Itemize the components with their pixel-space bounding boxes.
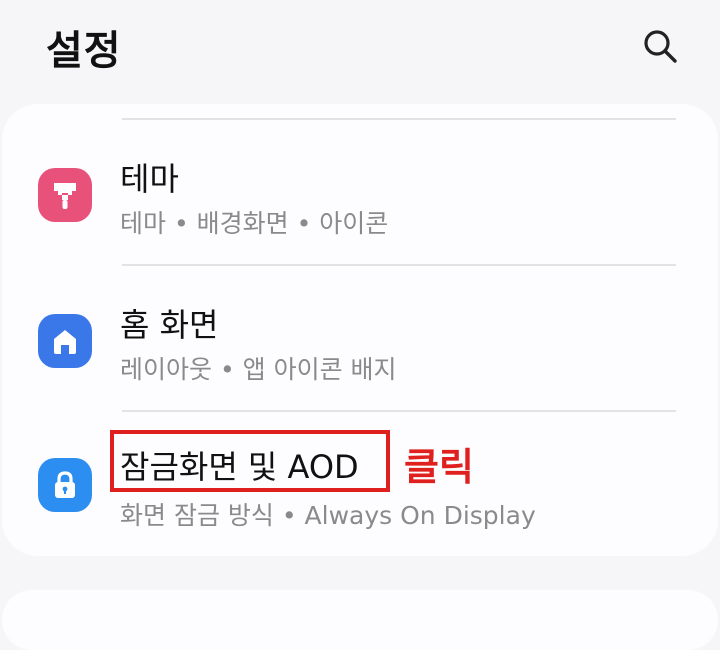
item-title: 테마 xyxy=(120,160,179,198)
item-subtitle: 레이아웃 • 앱 아이콘 배지 xyxy=(120,355,397,384)
home-icon-badge xyxy=(38,314,92,368)
settings-item-lock-screen[interactable]: 잠금화면 및 AOD 화면 잠금 방식 • Always On Display xyxy=(2,414,718,558)
divider xyxy=(122,264,676,266)
item-subtitle: 테마 • 배경화면 • 아이콘 xyxy=(120,209,389,238)
lock-icon-badge xyxy=(38,458,92,512)
home-icon xyxy=(54,330,76,354)
settings-card-next xyxy=(2,590,718,650)
divider xyxy=(122,118,676,120)
item-title: 잠금화면 및 AOD xyxy=(120,448,359,486)
click-annotation: 클릭 xyxy=(404,445,474,489)
paint-roller-icon xyxy=(54,183,76,209)
settings-card: 테마 테마 • 배경화면 • 아이콘 홈 화면 레이아웃 • 앱 아이콘 배지 … xyxy=(2,104,718,556)
settings-item-home-screen[interactable]: 홈 화면 레이아웃 • 앱 아이콘 배지 xyxy=(2,268,718,412)
search-icon xyxy=(644,30,677,63)
page-title: 설정 xyxy=(46,28,122,74)
item-title: 홈 화면 xyxy=(120,306,219,344)
header: 설정 xyxy=(0,0,720,100)
search-button[interactable] xyxy=(636,22,684,70)
settings-item-theme[interactable]: 테마 테마 • 배경화면 • 아이콘 xyxy=(2,122,718,266)
theme-icon-badge xyxy=(38,168,92,222)
divider xyxy=(122,410,676,412)
lock-icon xyxy=(55,471,75,498)
item-subtitle: 화면 잠금 방식 • Always On Display xyxy=(120,501,536,530)
